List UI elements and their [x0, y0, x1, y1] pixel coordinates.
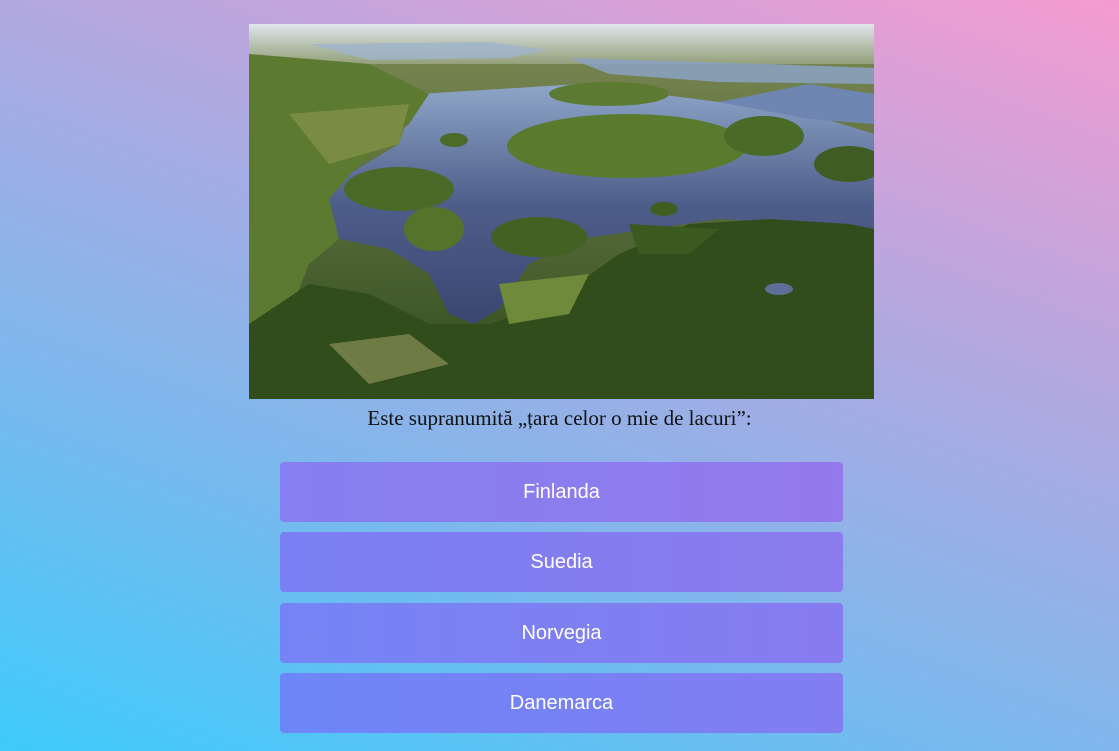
answer-button-suedia[interactable]: Suedia: [280, 532, 843, 592]
answer-button-norvegia[interactable]: Norvegia: [280, 603, 843, 663]
answer-button-finlanda[interactable]: Finlanda: [280, 462, 843, 522]
answer-button-danemarca[interactable]: Danemarca: [280, 673, 843, 733]
quiz-image: [249, 24, 874, 399]
question-text: Este supranumită „țara celor o mie de la…: [367, 406, 752, 430]
